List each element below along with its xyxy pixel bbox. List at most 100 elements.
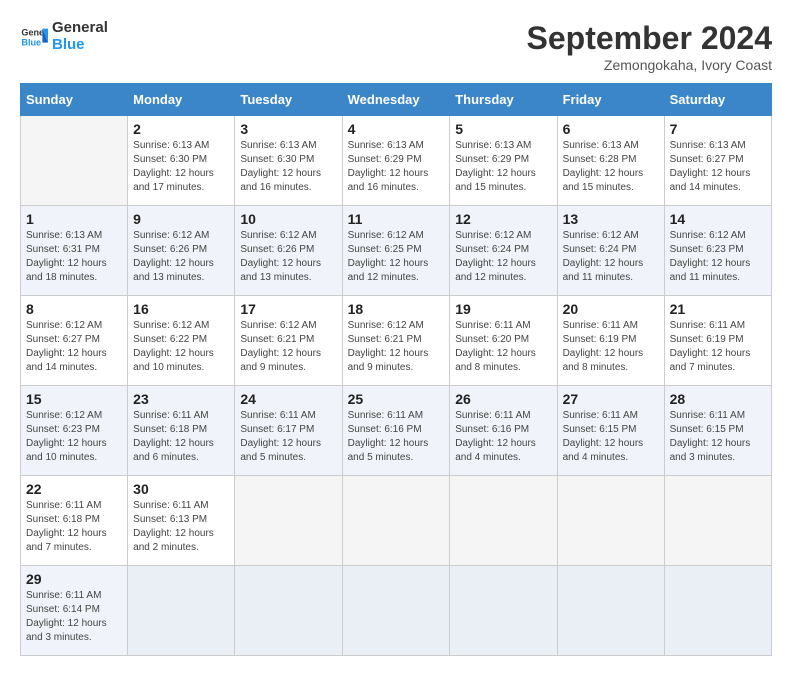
day-number: 30 bbox=[133, 481, 229, 497]
calendar-cell bbox=[342, 476, 450, 566]
day-info: Sunrise: 6:12 AMSunset: 6:21 PMDaylight:… bbox=[240, 319, 336, 375]
calendar-week-row: 15 Sunrise: 6:12 AMSunset: 6:23 PMDayligh… bbox=[21, 386, 772, 476]
day-number: 22 bbox=[26, 481, 122, 497]
day-info: Sunrise: 6:12 AMSunset: 6:24 PMDaylight:… bbox=[455, 229, 551, 285]
day-info: Sunrise: 6:11 AMSunset: 6:16 PMDaylight:… bbox=[348, 409, 445, 465]
day-number: 28 bbox=[670, 391, 766, 407]
calendar-cell: 15 Sunrise: 6:12 AMSunset: 6:23 PMDayligh… bbox=[21, 386, 128, 476]
day-number: 18 bbox=[348, 301, 445, 317]
calendar-cell: 12Sunrise: 6:12 AMSunset: 6:24 PMDayligh… bbox=[450, 206, 557, 296]
day-info: Sunrise: 6:11 AMSunset: 6:13 PMDaylight:… bbox=[133, 499, 229, 555]
calendar-week-row: 22 Sunrise: 6:11 AMSunset: 6:18 PMDayligh… bbox=[21, 476, 772, 566]
location: Zemongokaha, Ivory Coast bbox=[527, 57, 772, 73]
calendar-cell: 26Sunrise: 6:11 AMSunset: 6:16 PMDayligh… bbox=[450, 386, 557, 476]
day-info: Sunrise: 6:12 AMSunset: 6:23 PMDaylight:… bbox=[26, 409, 122, 465]
day-info: Sunrise: 6:11 AMSunset: 6:17 PMDaylight:… bbox=[240, 409, 336, 465]
col-wednesday: Wednesday bbox=[342, 84, 450, 116]
day-info: Sunrise: 6:13 AMSunset: 6:30 PMDaylight:… bbox=[133, 139, 229, 195]
calendar-cell: 27 Sunrise: 6:11 AMSunset: 6:15 PMDayligh… bbox=[557, 386, 664, 476]
day-info: Sunrise: 6:11 AMSunset: 6:20 PMDaylight:… bbox=[455, 319, 551, 375]
day-number: 10 bbox=[240, 211, 336, 227]
col-saturday: Saturday bbox=[664, 84, 771, 116]
calendar-cell: 4 Sunrise: 6:13 AMSunset: 6:29 PMDaylight… bbox=[342, 116, 450, 206]
calendar-cell bbox=[342, 566, 450, 656]
calendar-cell: 23Sunrise: 6:11 AMSunset: 6:18 PMDayligh… bbox=[128, 386, 235, 476]
day-number: 5 bbox=[455, 121, 551, 137]
day-number: 29 bbox=[26, 571, 122, 587]
calendar-cell: 21 Sunrise: 6:11 AMSunset: 6:19 PMDayligh… bbox=[664, 296, 771, 386]
calendar-cell bbox=[21, 116, 128, 206]
day-info: Sunrise: 6:12 AMSunset: 6:21 PMDaylight:… bbox=[348, 319, 445, 375]
col-sunday: Sunday bbox=[21, 84, 128, 116]
day-number: 21 bbox=[670, 301, 766, 317]
calendar-cell bbox=[450, 476, 557, 566]
calendar-cell: 29 Sunrise: 6:11 AMSunset: 6:14 PMDayligh… bbox=[21, 566, 128, 656]
day-number: 13 bbox=[563, 211, 659, 227]
logo-icon: General Blue bbox=[20, 23, 48, 51]
title-area: September 2024 Zemongokaha, Ivory Coast bbox=[527, 20, 772, 73]
day-number: 9 bbox=[133, 211, 229, 227]
calendar-cell: 25 Sunrise: 6:11 AMSunset: 6:16 PMDayligh… bbox=[342, 386, 450, 476]
logo-wordmark: General Blue bbox=[52, 20, 108, 53]
calendar-cell: 9 Sunrise: 6:12 AMSunset: 6:26 PMDaylight… bbox=[128, 206, 235, 296]
svg-text:Blue: Blue bbox=[21, 37, 41, 47]
day-number: 7 bbox=[670, 121, 766, 137]
calendar-cell: 1Sunrise: 6:13 AMSunset: 6:31 PMDaylight… bbox=[21, 206, 128, 296]
col-friday: Friday bbox=[557, 84, 664, 116]
day-info: Sunrise: 6:12 AMSunset: 6:26 PMDaylight:… bbox=[240, 229, 336, 285]
day-info: Sunrise: 6:12 AMSunset: 6:24 PMDaylight:… bbox=[563, 229, 659, 285]
calendar-cell: 20Sunrise: 6:11 AMSunset: 6:19 PMDayligh… bbox=[557, 296, 664, 386]
calendar-cell bbox=[235, 566, 342, 656]
day-number: 27 bbox=[563, 391, 659, 407]
day-info: Sunrise: 6:13 AMSunset: 6:30 PMDaylight:… bbox=[240, 139, 336, 195]
calendar-week-row: 8Sunrise: 6:12 AMSunset: 6:27 PMDaylight… bbox=[21, 296, 772, 386]
day-info: Sunrise: 6:13 AMSunset: 6:29 PMDaylight:… bbox=[455, 139, 551, 195]
calendar-cell: 28Sunrise: 6:11 AMSunset: 6:15 PMDayligh… bbox=[664, 386, 771, 476]
day-number: 25 bbox=[348, 391, 445, 407]
header-row: Sunday Monday Tuesday Wednesday Thursday… bbox=[21, 84, 772, 116]
calendar-cell: 11Sunrise: 6:12 AMSunset: 6:25 PMDayligh… bbox=[342, 206, 450, 296]
day-number: 2 bbox=[133, 121, 229, 137]
calendar-cell: 6Sunrise: 6:13 AMSunset: 6:28 PMDaylight… bbox=[557, 116, 664, 206]
calendar-week-row: 29 Sunrise: 6:11 AMSunset: 6:14 PMDayligh… bbox=[21, 566, 772, 656]
day-number: 11 bbox=[348, 211, 445, 227]
calendar-cell bbox=[128, 566, 235, 656]
day-number: 4 bbox=[348, 121, 445, 137]
calendar-cell bbox=[450, 566, 557, 656]
col-thursday: Thursday bbox=[450, 84, 557, 116]
calendar-cell bbox=[235, 476, 342, 566]
header: General Blue General Blue September 2024… bbox=[20, 20, 772, 73]
month-year: September 2024 bbox=[527, 20, 772, 57]
calendar-cell: 24Sunrise: 6:11 AMSunset: 6:17 PMDayligh… bbox=[235, 386, 342, 476]
calendar-cell: 8Sunrise: 6:12 AMSunset: 6:27 PMDaylight… bbox=[21, 296, 128, 386]
day-info: Sunrise: 6:11 AMSunset: 6:14 PMDaylight:… bbox=[26, 589, 122, 645]
calendar-cell bbox=[664, 476, 771, 566]
calendar-week-row: 1Sunrise: 6:13 AMSunset: 6:31 PMDaylight… bbox=[21, 206, 772, 296]
calendar-cell: 5 Sunrise: 6:13 AMSunset: 6:29 PMDaylight… bbox=[450, 116, 557, 206]
calendar-cell: 18 Sunrise: 6:12 AMSunset: 6:21 PMDayligh… bbox=[342, 296, 450, 386]
day-info: Sunrise: 6:12 AMSunset: 6:23 PMDaylight:… bbox=[670, 229, 766, 285]
calendar-week-row: 2 Sunrise: 6:13 AMSunset: 6:30 PMDaylight… bbox=[21, 116, 772, 206]
day-number: 6 bbox=[563, 121, 659, 137]
calendar-cell bbox=[557, 566, 664, 656]
calendar-cell: 19 Sunrise: 6:11 AMSunset: 6:20 PMDayligh… bbox=[450, 296, 557, 386]
calendar-table: Sunday Monday Tuesday Wednesday Thursday… bbox=[20, 83, 772, 656]
day-info: Sunrise: 6:11 AMSunset: 6:15 PMDaylight:… bbox=[563, 409, 659, 465]
day-info: Sunrise: 6:12 AMSunset: 6:22 PMDaylight:… bbox=[133, 319, 229, 375]
col-monday: Monday bbox=[128, 84, 235, 116]
day-number: 14 bbox=[670, 211, 766, 227]
calendar-cell bbox=[557, 476, 664, 566]
day-number: 19 bbox=[455, 301, 551, 317]
day-number: 3 bbox=[240, 121, 336, 137]
day-info: Sunrise: 6:11 AMSunset: 6:16 PMDaylight:… bbox=[455, 409, 551, 465]
day-number: 15 bbox=[26, 391, 122, 407]
day-info: Sunrise: 6:13 AMSunset: 6:31 PMDaylight:… bbox=[26, 229, 122, 285]
day-info: Sunrise: 6:11 AMSunset: 6:18 PMDaylight:… bbox=[133, 409, 229, 465]
day-info: Sunrise: 6:13 AMSunset: 6:29 PMDaylight:… bbox=[348, 139, 445, 195]
day-info: Sunrise: 6:11 AMSunset: 6:19 PMDaylight:… bbox=[670, 319, 766, 375]
day-info: Sunrise: 6:11 AMSunset: 6:18 PMDaylight:… bbox=[26, 499, 122, 555]
calendar-cell: 17Sunrise: 6:12 AMSunset: 6:21 PMDayligh… bbox=[235, 296, 342, 386]
day-info: Sunrise: 6:13 AMSunset: 6:27 PMDaylight:… bbox=[670, 139, 766, 195]
calendar-cell: 22 Sunrise: 6:11 AMSunset: 6:18 PMDayligh… bbox=[21, 476, 128, 566]
day-info: Sunrise: 6:12 AMSunset: 6:26 PMDaylight:… bbox=[133, 229, 229, 285]
